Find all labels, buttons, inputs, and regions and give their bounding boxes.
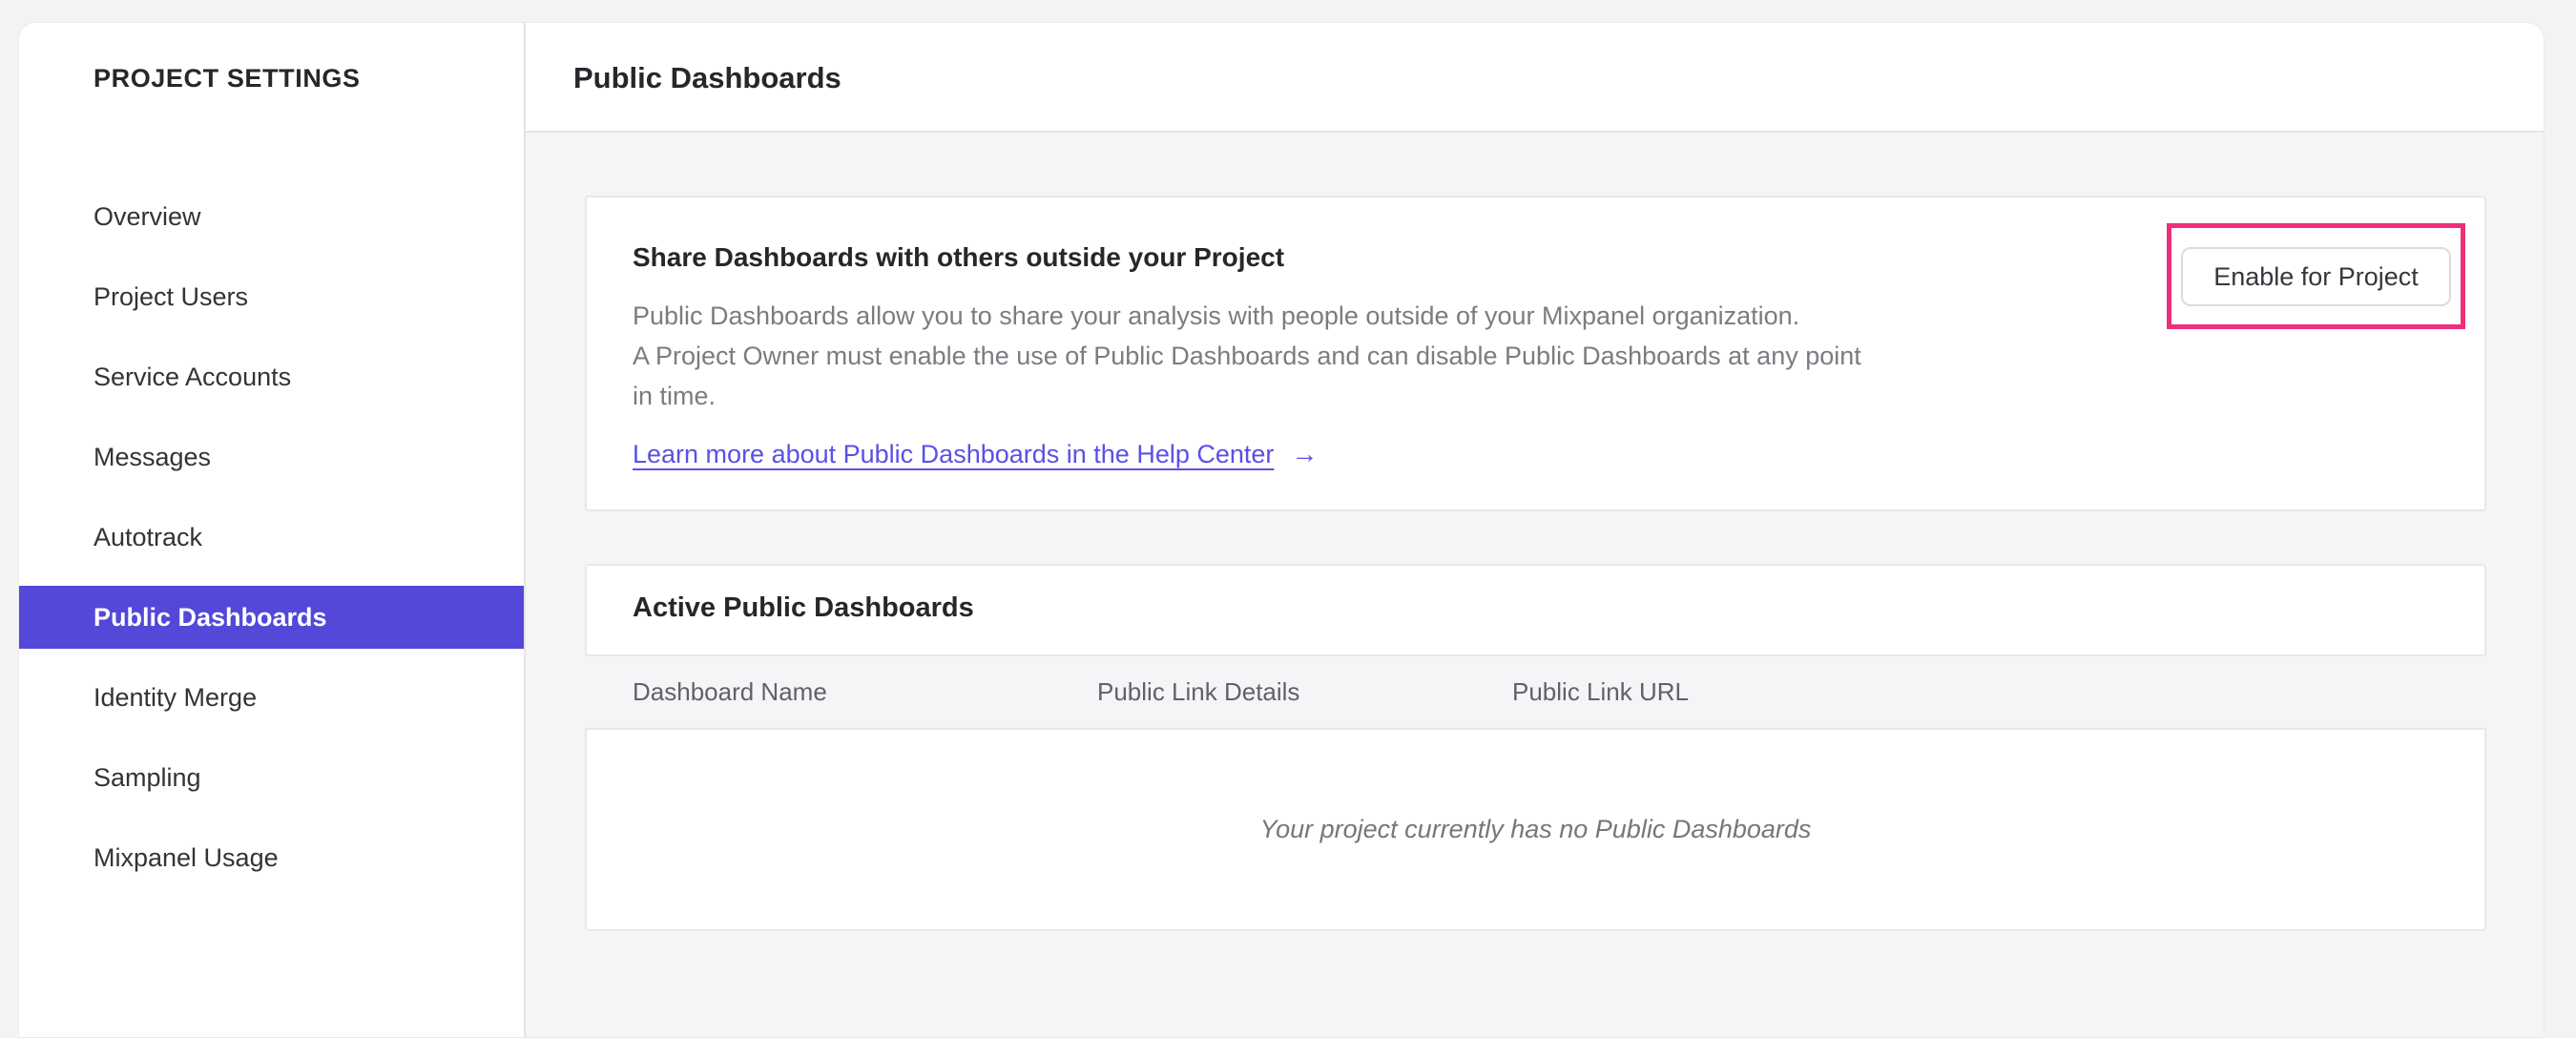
annotation-highlight-box: Enable for Project (2167, 223, 2465, 329)
sidebar-title: PROJECT SETTINGS (93, 64, 361, 93)
page-title: Public Dashboards (573, 61, 841, 94)
help-center-link-row: Learn more about Public Dashboards in th… (633, 436, 1318, 472)
sidebar-item-autotrack[interactable]: Autotrack (19, 506, 524, 569)
enable-for-project-button[interactable]: Enable for Project (2181, 246, 2451, 306)
column-header-public-link-details: Public Link Details (1097, 677, 1300, 706)
sidebar-item-mixpanel-usage[interactable]: Mixpanel Usage (19, 826, 524, 889)
share-card-description-line: in time. (633, 382, 717, 410)
column-header-dashboard-name: Dashboard Name (633, 677, 827, 706)
sidebar-item-overview[interactable]: Overview (19, 185, 524, 248)
dashboards-empty-state: Your project currently has no Public Das… (587, 730, 2484, 929)
sidebar-item-project-users[interactable]: Project Users (19, 265, 524, 328)
share-dashboards-card: Share Dashboards with others outside you… (585, 196, 2486, 511)
main-content: Public Dashboards Share Dashboards with … (526, 23, 2544, 1037)
arrow-right-icon: → (1291, 439, 1319, 468)
share-card-description: Public Dashboards allow you to share you… (633, 296, 1861, 416)
active-dashboards-card: Active Public Dashboards Dashboard Name … (585, 564, 2486, 931)
project-settings-sidebar: PROJECT SETTINGS Overview Project Users … (19, 23, 526, 1037)
active-dashboards-title: Active Public Dashboards (633, 592, 974, 623)
sidebar-item-identity-merge[interactable]: Identity Merge (19, 666, 524, 729)
column-header-public-link-url: Public Link URL (1512, 677, 1689, 706)
sidebar-item-service-accounts[interactable]: Service Accounts (19, 345, 524, 408)
sidebar-item-messages[interactable]: Messages (19, 426, 524, 488)
sidebar-nav: Overview Project Users Service Accounts … (19, 185, 524, 906)
sidebar-item-public-dashboards[interactable]: Public Dashboards (19, 586, 524, 649)
share-card-description-line: Public Dashboards allow you to share you… (633, 301, 1800, 330)
share-card-heading: Share Dashboards with others outside you… (633, 242, 1285, 272)
empty-state-message: Your project currently has no Public Das… (1259, 815, 1812, 843)
dashboards-table-header: Dashboard Name Public Link Details Publi… (585, 654, 2486, 730)
share-card-description-line: A Project Owner must enable the use of P… (633, 342, 1861, 370)
help-center-link[interactable]: Learn more about Public Dashboards in th… (633, 440, 1274, 469)
sidebar-item-sampling[interactable]: Sampling (19, 746, 524, 809)
page-header: Public Dashboards (526, 23, 2544, 133)
settings-window: PROJECT SETTINGS Overview Project Users … (18, 22, 2545, 1038)
